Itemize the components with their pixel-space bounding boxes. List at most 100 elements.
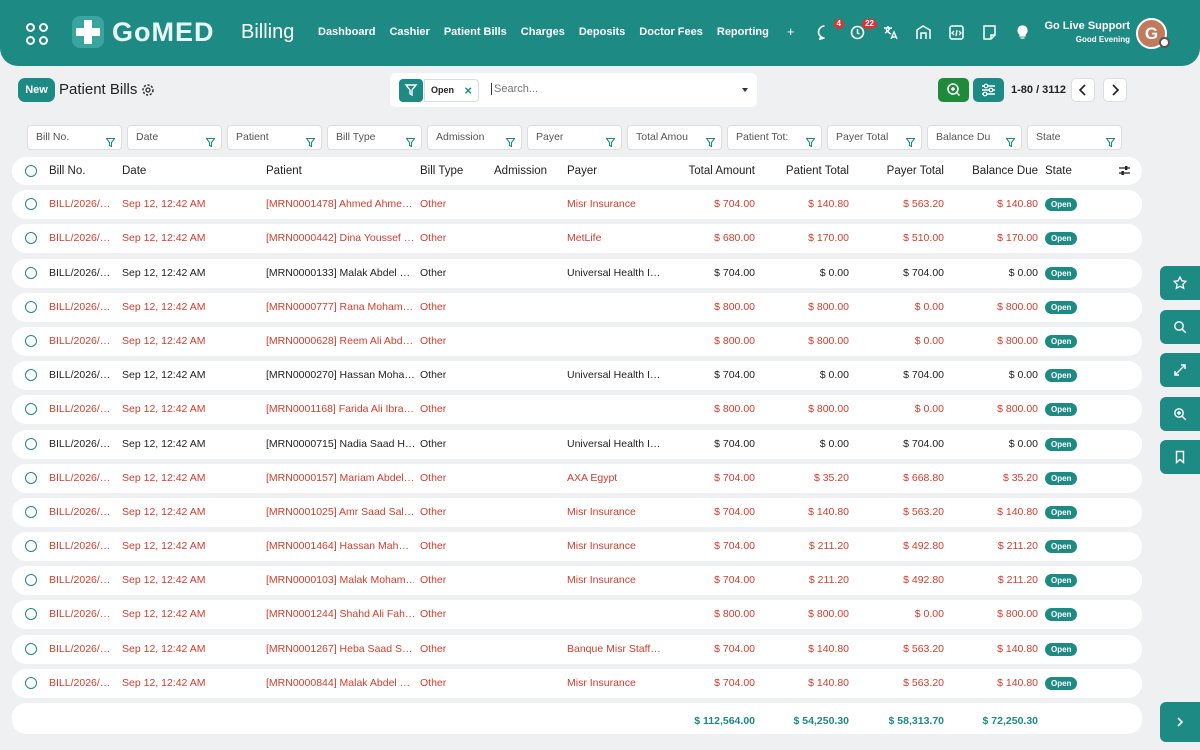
zoom-search-button[interactable]	[938, 78, 969, 102]
funnel-icon[interactable]	[405, 133, 416, 148]
next-page-button[interactable]	[1103, 78, 1127, 102]
table-row[interactable]: BILL/2026/… Sep 12, 12:42 AM [MRN0000157] …	[12, 463, 1142, 493]
col-total-amount[interactable]: Total Amount	[662, 157, 755, 185]
table-row[interactable]: BILL/2026/… Sep 12, 12:42 AM [MRN0001478] …	[12, 190, 1142, 220]
col-payer-total[interactable]: Payer Total	[852, 157, 944, 185]
table-row[interactable]: BILL/2026/… Sep 12, 12:42 AM [MRN0000442] …	[12, 224, 1142, 254]
col-state[interactable]: State	[1045, 157, 1072, 185]
support-info[interactable]: Go Live Support Good Evening	[1044, 20, 1130, 44]
nav-reporting[interactable]: Reporting	[717, 26, 769, 39]
side-favorites-button[interactable]	[1160, 266, 1200, 300]
funnel-icon[interactable]	[205, 133, 216, 148]
chat-icon[interactable]: 4	[816, 19, 844, 43]
nav-cashier[interactable]: Cashier	[389, 26, 429, 39]
filter-box-2[interactable]: Patient	[227, 125, 322, 150]
col-bill-no[interactable]: Bill No.	[49, 157, 85, 185]
side-bookmark-button[interactable]	[1160, 440, 1200, 474]
nav-doctor-fees[interactable]: Doctor Fees	[639, 26, 703, 39]
prev-page-button[interactable]	[1071, 78, 1095, 102]
table-row[interactable]: BILL/2026/… Sep 12, 12:42 AM [MRN0001244] …	[12, 600, 1142, 630]
table-row[interactable]: BILL/2026/… Sep 12, 12:42 AM [MRN0000715] …	[12, 429, 1142, 459]
table-row[interactable]: BILL/2026/… Sep 12, 12:42 AM [MRN0000270] …	[12, 361, 1142, 391]
new-button[interactable]: New	[18, 78, 55, 102]
gear-icon[interactable]	[141, 83, 155, 97]
row-select-radio[interactable]	[25, 232, 37, 245]
col-admission[interactable]: Admission	[494, 157, 547, 185]
row-select-radio[interactable]	[25, 642, 37, 655]
table-row[interactable]: BILL/2026/… Sep 12, 12:42 AM [MRN0000777] …	[12, 292, 1142, 322]
table-row[interactable]: BILL/2026/… Sep 12, 12:42 AM [MRN0001025] …	[12, 497, 1142, 527]
view-settings-button[interactable]	[973, 78, 1004, 102]
row-select-radio[interactable]	[25, 266, 37, 279]
nav-patient-bills[interactable]: Patient Bills	[444, 26, 507, 39]
filter-box-4[interactable]: Admission	[427, 125, 522, 150]
col-payer[interactable]: Payer	[567, 157, 597, 185]
row-select-radio[interactable]	[25, 471, 37, 484]
funnel-icon[interactable]	[705, 133, 716, 148]
filter-box-7[interactable]: Patient Tot:	[727, 125, 822, 150]
funnel-icon[interactable]	[105, 133, 116, 148]
filter-box-6[interactable]: Total Amou	[627, 125, 722, 150]
side-zoom-button[interactable]	[1160, 397, 1200, 431]
pager-range[interactable]: 1-80 / 3112	[1011, 84, 1066, 96]
brand-logo[interactable]: GoMED	[70, 14, 215, 50]
row-select-radio[interactable]	[25, 403, 37, 416]
side-collapse-button[interactable]	[1160, 702, 1200, 742]
activity-icon[interactable]: 22	[849, 19, 877, 43]
lightbulb-icon[interactable]	[1014, 24, 1033, 43]
col-patient-total[interactable]: Patient Total	[757, 157, 849, 185]
nav-deposits[interactable]: Deposits	[579, 26, 625, 39]
nav-dashboard[interactable]: Dashboard	[318, 26, 375, 39]
col-bill-type[interactable]: Bill Type	[420, 157, 463, 185]
code-icon[interactable]	[948, 24, 967, 43]
filter-box-10[interactable]: State	[1027, 125, 1122, 150]
side-expand-button[interactable]	[1160, 353, 1200, 387]
side-search-button[interactable]	[1160, 310, 1200, 344]
table-row[interactable]: BILL/2026/… Sep 12, 12:42 AM [MRN0000133] …	[12, 258, 1142, 288]
filter-box-1[interactable]: Date	[127, 125, 222, 150]
funnel-icon[interactable]	[905, 133, 916, 148]
table-row[interactable]: BILL/2026/… Sep 12, 12:42 AM [MRN0000103] …	[12, 566, 1142, 596]
row-select-radio[interactable]	[25, 198, 37, 211]
row-select-radio[interactable]	[25, 574, 37, 587]
nav-charges[interactable]: Charges	[521, 26, 565, 39]
row-select-radio[interactable]	[25, 608, 37, 621]
row-select-radio[interactable]	[25, 369, 37, 382]
col-date[interactable]: Date	[122, 157, 146, 185]
filter-toggle-button[interactable]	[399, 79, 423, 102]
search-options-caret-icon[interactable]	[742, 88, 748, 92]
table-row[interactable]: BILL/2026/… Sep 12, 12:42 AM [MRN0001464] …	[12, 532, 1142, 562]
filter-box-3[interactable]: Bill Type	[327, 125, 422, 150]
row-select-radio[interactable]	[25, 334, 37, 347]
funnel-icon[interactable]	[605, 133, 616, 148]
funnel-icon[interactable]	[305, 133, 316, 148]
select-all-radio[interactable]	[25, 165, 37, 177]
row-select-radio[interactable]	[25, 540, 37, 553]
row-select-radio[interactable]	[25, 300, 37, 313]
funnel-icon[interactable]	[505, 133, 516, 148]
filter-box-0[interactable]: Bill No.	[27, 125, 122, 150]
nav-add-button[interactable]: +	[787, 24, 795, 39]
filter-box-9[interactable]: Balance Du	[927, 125, 1022, 150]
table-row[interactable]: BILL/2026/… Sep 12, 12:42 AM [MRN0000628] …	[12, 326, 1142, 356]
search-input[interactable]	[491, 83, 721, 95]
facet-remove-icon[interactable]: ×	[464, 80, 472, 101]
filter-box-5[interactable]: Payer	[527, 125, 622, 150]
table-row[interactable]: BILL/2026/… Sep 12, 12:42 AM [MRN0001168] …	[12, 395, 1142, 425]
row-select-radio[interactable]	[25, 676, 37, 689]
funnel-icon[interactable]	[1105, 133, 1116, 148]
translate-icon[interactable]	[882, 24, 901, 43]
col-patient[interactable]: Patient	[266, 157, 302, 185]
building-icon[interactable]	[915, 24, 934, 43]
row-select-radio[interactable]	[25, 437, 37, 450]
funnel-icon[interactable]	[1005, 133, 1016, 148]
note-icon[interactable]	[981, 24, 1000, 43]
table-row[interactable]: BILL/2026/… Sep 12, 12:42 AM [MRN0000844] …	[12, 668, 1142, 698]
filter-box-8[interactable]: Payer Total	[827, 125, 922, 150]
table-row[interactable]: BILL/2026/… Sep 12, 12:42 AM [MRN0001267] …	[12, 634, 1142, 664]
column-options-icon[interactable]	[1119, 165, 1130, 176]
apps-grid-icon[interactable]	[26, 23, 48, 45]
funnel-icon[interactable]	[805, 133, 816, 148]
col-balance-due[interactable]: Balance Due	[946, 157, 1038, 185]
row-select-radio[interactable]	[25, 505, 37, 518]
